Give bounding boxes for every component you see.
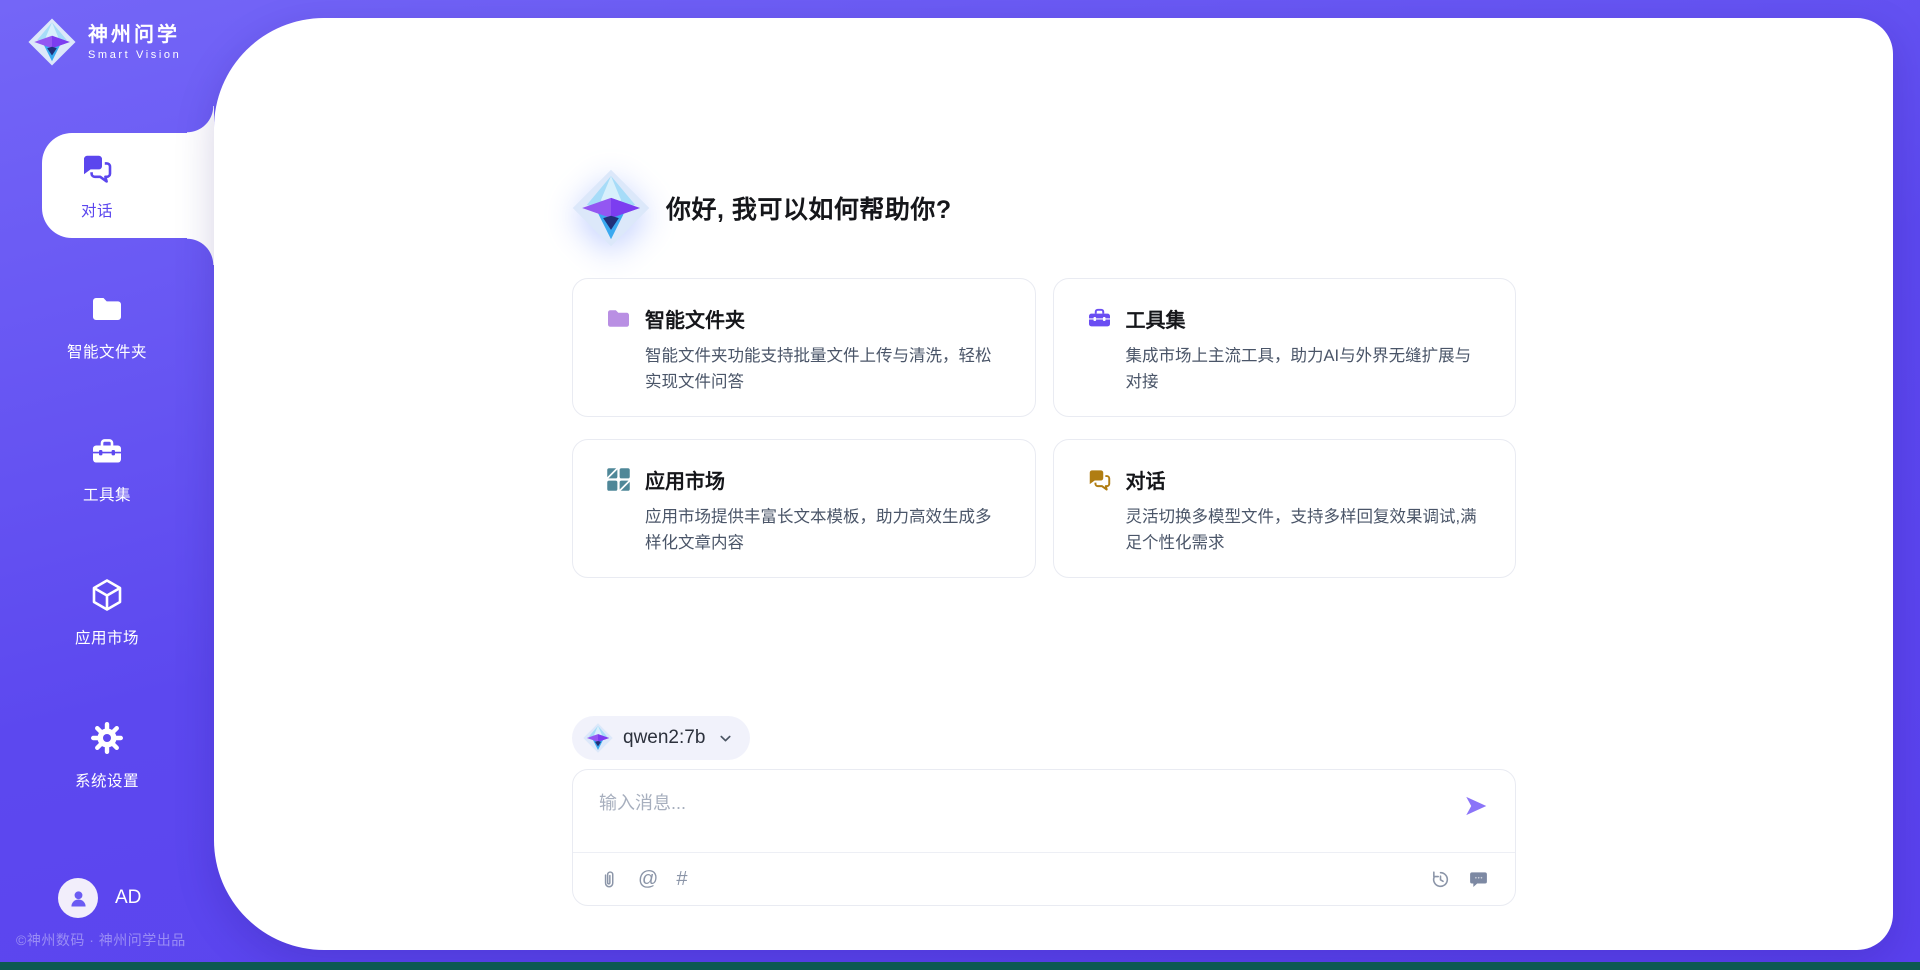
avatar xyxy=(58,878,98,918)
send-icon xyxy=(1463,793,1489,819)
feature-cards: 智能文件夹 智能文件夹功能支持批量文件上传与清洗，轻松实现文件问答 工具集 集成… xyxy=(572,278,1516,578)
folder-icon xyxy=(89,291,125,327)
history-icon[interactable] xyxy=(1430,869,1451,890)
card-description: 灵活切换多模型文件，支持多样回复效果调试,满足个性化需求 xyxy=(1126,504,1488,557)
card-description: 集成市场上主流工具，助力AI与外界无缝扩展与对接 xyxy=(1126,343,1488,396)
composer-toolbar: @ # xyxy=(573,852,1515,905)
brand: 神州问学 Smart Vision xyxy=(28,18,181,66)
folder-icon xyxy=(605,305,632,332)
message-input[interactable] xyxy=(597,787,1445,847)
tab-curve-top xyxy=(187,106,214,133)
sidebar: 神州问学 Smart Vision 对话 智能文件夹 工具集 应用市场 系统设置 xyxy=(0,0,214,970)
composer-toolbar-right xyxy=(1430,869,1489,890)
user-profile[interactable]: AD xyxy=(58,878,141,918)
brand-diamond-icon xyxy=(572,169,650,247)
toolbox-icon xyxy=(89,434,125,470)
model-selector[interactable]: qwen2:7b xyxy=(572,716,750,760)
brand-diamond-icon xyxy=(583,723,613,753)
sidebar-item-smart-folder[interactable]: 智能文件夹 xyxy=(0,271,214,381)
card-title: 工具集 xyxy=(1126,304,1186,333)
hash-icon[interactable]: # xyxy=(676,869,687,889)
person-icon xyxy=(67,887,90,910)
card-description: 应用市场提供丰富长文本模板，助力高效生成多样化文章内容 xyxy=(645,504,1007,557)
bottom-accent-bar xyxy=(0,962,1920,970)
tab-curve-bottom xyxy=(187,238,214,265)
greeting: 你好, 我可以如何帮助你? xyxy=(572,169,952,247)
sidebar-item-settings[interactable]: 系统设置 xyxy=(0,700,214,810)
greeting-title: 你好, 我可以如何帮助你? xyxy=(666,190,952,226)
chat-bubbles-icon xyxy=(1086,466,1113,493)
card-chat[interactable]: 对话 灵活切换多模型文件，支持多样回复效果调试,满足个性化需求 xyxy=(1053,439,1517,578)
send-button[interactable] xyxy=(1463,793,1489,819)
grid-icon xyxy=(605,466,632,493)
chat-bubbles-icon xyxy=(79,150,115,186)
sidebar-nav: 对话 智能文件夹 工具集 应用市场 系统设置 xyxy=(0,133,214,843)
card-title: 对话 xyxy=(1126,465,1166,494)
sidebar-item-chat[interactable]: 对话 xyxy=(42,133,214,238)
toolbox-icon xyxy=(1086,305,1113,332)
paperclip-icon[interactable] xyxy=(599,869,620,890)
card-toolset[interactable]: 工具集 集成市场上主流工具，助力AI与外界无缝扩展与对接 xyxy=(1053,278,1517,417)
card-title: 应用市场 xyxy=(645,465,725,494)
chevron-down-icon xyxy=(717,730,734,747)
model-selector-value: qwen2:7b xyxy=(623,727,705,749)
sidebar-item-toolset[interactable]: 工具集 xyxy=(0,414,214,524)
sidebar-item-label: 对话 xyxy=(81,199,113,221)
message-composer: @ # xyxy=(572,769,1516,906)
user-name: AD xyxy=(115,887,141,909)
gear-icon xyxy=(89,720,125,756)
brand-subtitle: Smart Vision xyxy=(88,49,181,61)
main-panel: 你好, 我可以如何帮助你? 智能文件夹 智能文件夹功能支持批量文件上传与清洗，轻… xyxy=(214,18,1893,950)
cube-icon xyxy=(89,577,125,613)
sidebar-item-app-market[interactable]: 应用市场 xyxy=(0,557,214,667)
copyright-footer: ©神州数码 · 神州问学出品 xyxy=(16,930,186,950)
sidebar-item-label: 系统设置 xyxy=(75,769,139,791)
at-icon[interactable]: @ xyxy=(638,869,658,889)
card-description: 智能文件夹功能支持批量文件上传与清洗，轻松实现文件问答 xyxy=(645,343,1007,396)
sidebar-item-label: 应用市场 xyxy=(75,626,139,648)
sidebar-item-label: 工具集 xyxy=(83,483,131,505)
card-smart-folder[interactable]: 智能文件夹 智能文件夹功能支持批量文件上传与清洗，轻松实现文件问答 xyxy=(572,278,1036,417)
brand-name: 神州问学 xyxy=(88,23,181,47)
card-title: 智能文件夹 xyxy=(645,304,745,333)
chat-bubble-icon[interactable] xyxy=(1468,869,1489,890)
sidebar-item-label: 智能文件夹 xyxy=(67,340,147,362)
card-app-market[interactable]: 应用市场 应用市场提供丰富长文本模板，助力高效生成多样化文章内容 xyxy=(572,439,1036,578)
brand-diamond-icon xyxy=(28,18,76,66)
